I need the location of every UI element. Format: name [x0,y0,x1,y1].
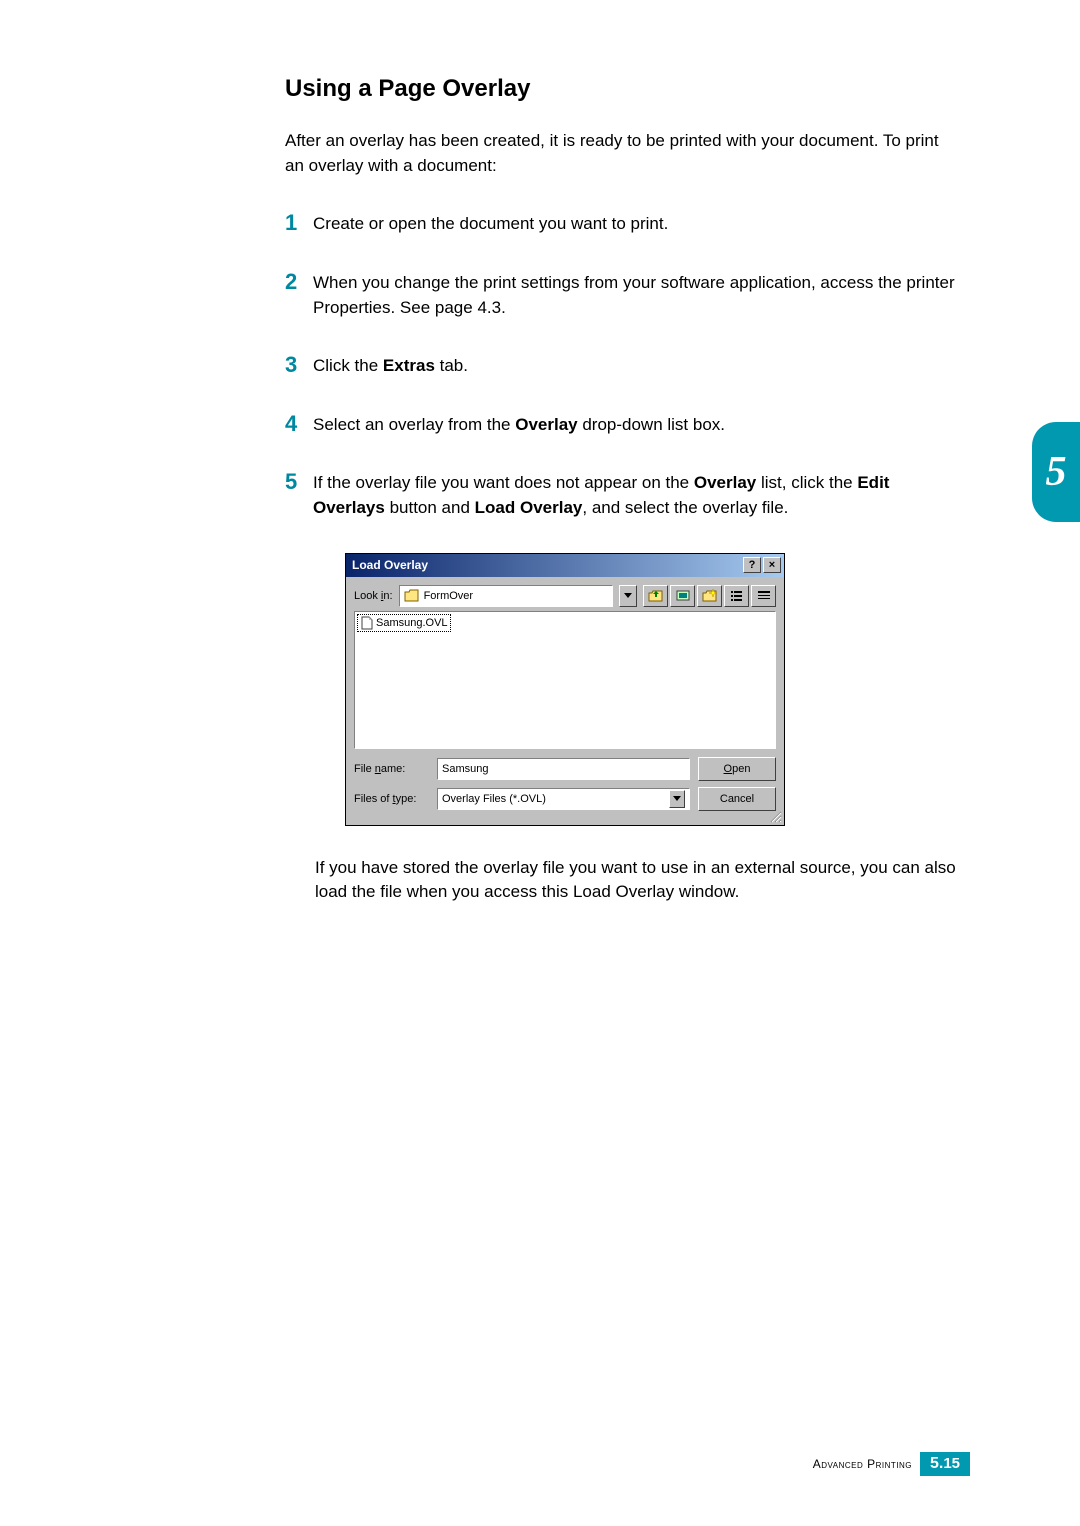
folder-icon [404,589,420,603]
dialog-title: Load Overlay [352,558,428,572]
list-view-button[interactable] [724,585,749,607]
file-icon [360,616,374,630]
file-item-label: Samsung.OVL [376,617,448,629]
lookin-label: Look in: [354,590,393,602]
step-2: 2 When you change the print settings fro… [285,269,960,320]
desktop-icon [675,589,691,603]
new-folder-button[interactable] [697,585,722,607]
new-folder-icon [702,589,718,603]
intro-paragraph: After an overlay has been created, it is… [285,129,960,178]
lookin-dropdown-arrow[interactable] [619,585,637,607]
resize-grip-icon[interactable] [768,809,782,823]
help-button[interactable]: ? [743,557,761,573]
filetype-dropdown-arrow[interactable] [669,790,685,808]
step-4: 4 Select an overlay from the Overlay dro… [285,411,960,438]
filename-label: File name: [354,763,429,775]
footer-section-label: Advanced Printing [813,1457,912,1471]
footer-page-number: 5.15 [920,1452,970,1476]
file-item-samsung-ovl[interactable]: Samsung.OVL [357,614,451,632]
list-icon [729,589,745,603]
open-button[interactable]: Open [698,757,776,781]
step-number: 5 [285,469,313,495]
step-number: 4 [285,411,313,437]
page-footer: Advanced Printing 5.15 [813,1452,970,1476]
file-list[interactable]: Samsung.OVL [354,611,776,749]
filetype-label: Files of type: [354,793,429,805]
step-text: Select an overlay from the Overlay drop-… [313,411,725,438]
step-number: 3 [285,352,313,378]
chevron-down-icon [624,593,632,599]
filename-input[interactable]: Samsung [437,758,690,780]
step-number: 2 [285,269,313,295]
cancel-button[interactable]: Cancel [698,787,776,811]
step-3: 3 Click the Extras tab. [285,352,960,379]
folder-up-icon [648,589,664,603]
step-number: 1 [285,210,313,236]
step-1: 1 Create or open the document you want t… [285,210,960,237]
step-5: 5 If the overlay file you want does not … [285,469,960,520]
desktop-button[interactable] [670,585,695,607]
lookin-value: FormOver [424,590,474,602]
chapter-tab: 5 [1032,422,1080,522]
load-overlay-dialog: Load Overlay ? × Look in: FormOver [345,553,785,826]
details-icon [756,589,772,603]
chapter-number: 5 [1046,448,1067,496]
up-one-level-button[interactable] [643,585,668,607]
filetype-dropdown[interactable]: Overlay Files (*.OVL) [437,788,690,810]
details-view-button[interactable] [751,585,776,607]
dialog-titlebar: Load Overlay ? × [346,554,784,577]
chevron-down-icon [673,796,681,802]
heading-using-page-overlay: Using a Page Overlay [285,75,960,103]
step-text: Click the Extras tab. [313,352,468,379]
lookin-dropdown[interactable]: FormOver [399,585,613,607]
post-dialog-paragraph: If you have stored the overlay file you … [315,856,960,905]
step-text: Create or open the document you want to … [313,210,668,237]
filetype-value: Overlay Files (*.OVL) [442,793,546,805]
filename-value: Samsung [442,763,488,775]
step-text: When you change the print settings from … [313,269,960,320]
close-button[interactable]: × [763,557,781,573]
step-text: If the overlay file you want does not ap… [313,469,960,520]
